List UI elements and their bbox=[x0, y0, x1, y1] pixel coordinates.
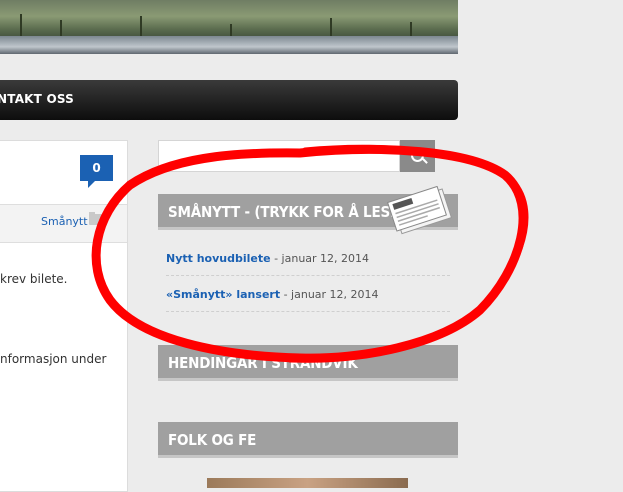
post-date: - januar 12, 2014 bbox=[270, 252, 370, 265]
widget-photo bbox=[207, 478, 408, 488]
banner-water bbox=[0, 36, 458, 54]
widget-title: HENDINGAR I STRANDVIK bbox=[168, 354, 358, 372]
article-text-line: krev bilete. bbox=[0, 272, 68, 286]
list-item: «Smånytt» lansert - januar 12, 2014 bbox=[166, 276, 450, 312]
folder-icon bbox=[89, 212, 102, 225]
post-link[interactable]: «Smånytt» lansert bbox=[166, 288, 280, 301]
widget-title: SMÅNYTT - (TRYKK FOR Å LESE) bbox=[168, 203, 405, 221]
list-item: Nytt hovudbilete - januar 12, 2014 bbox=[166, 240, 450, 276]
search-input[interactable] bbox=[158, 140, 400, 172]
article-text-line: nformasjon under bbox=[0, 352, 107, 366]
comment-count-badge[interactable]: 0 bbox=[80, 155, 113, 188]
main-navigation: NTAKT OSS bbox=[0, 80, 458, 120]
header-banner-image bbox=[0, 0, 458, 54]
widget-title: FOLK OG FE bbox=[168, 431, 257, 449]
article-card bbox=[0, 140, 128, 492]
search-button[interactable] bbox=[400, 140, 435, 172]
nav-item-kontakt[interactable]: NTAKT OSS bbox=[0, 92, 74, 106]
widget-header-folk-og-fe[interactable]: FOLK OG FE bbox=[158, 422, 458, 458]
category-link[interactable]: Smånytt bbox=[41, 215, 88, 228]
post-date: - januar 12, 2014 bbox=[280, 288, 379, 301]
widget-header-hendingar[interactable]: HENDINGAR I STRANDVIK bbox=[158, 345, 458, 381]
post-link[interactable]: Nytt hovudbilete bbox=[166, 252, 271, 265]
newspaper-icon bbox=[387, 186, 453, 235]
